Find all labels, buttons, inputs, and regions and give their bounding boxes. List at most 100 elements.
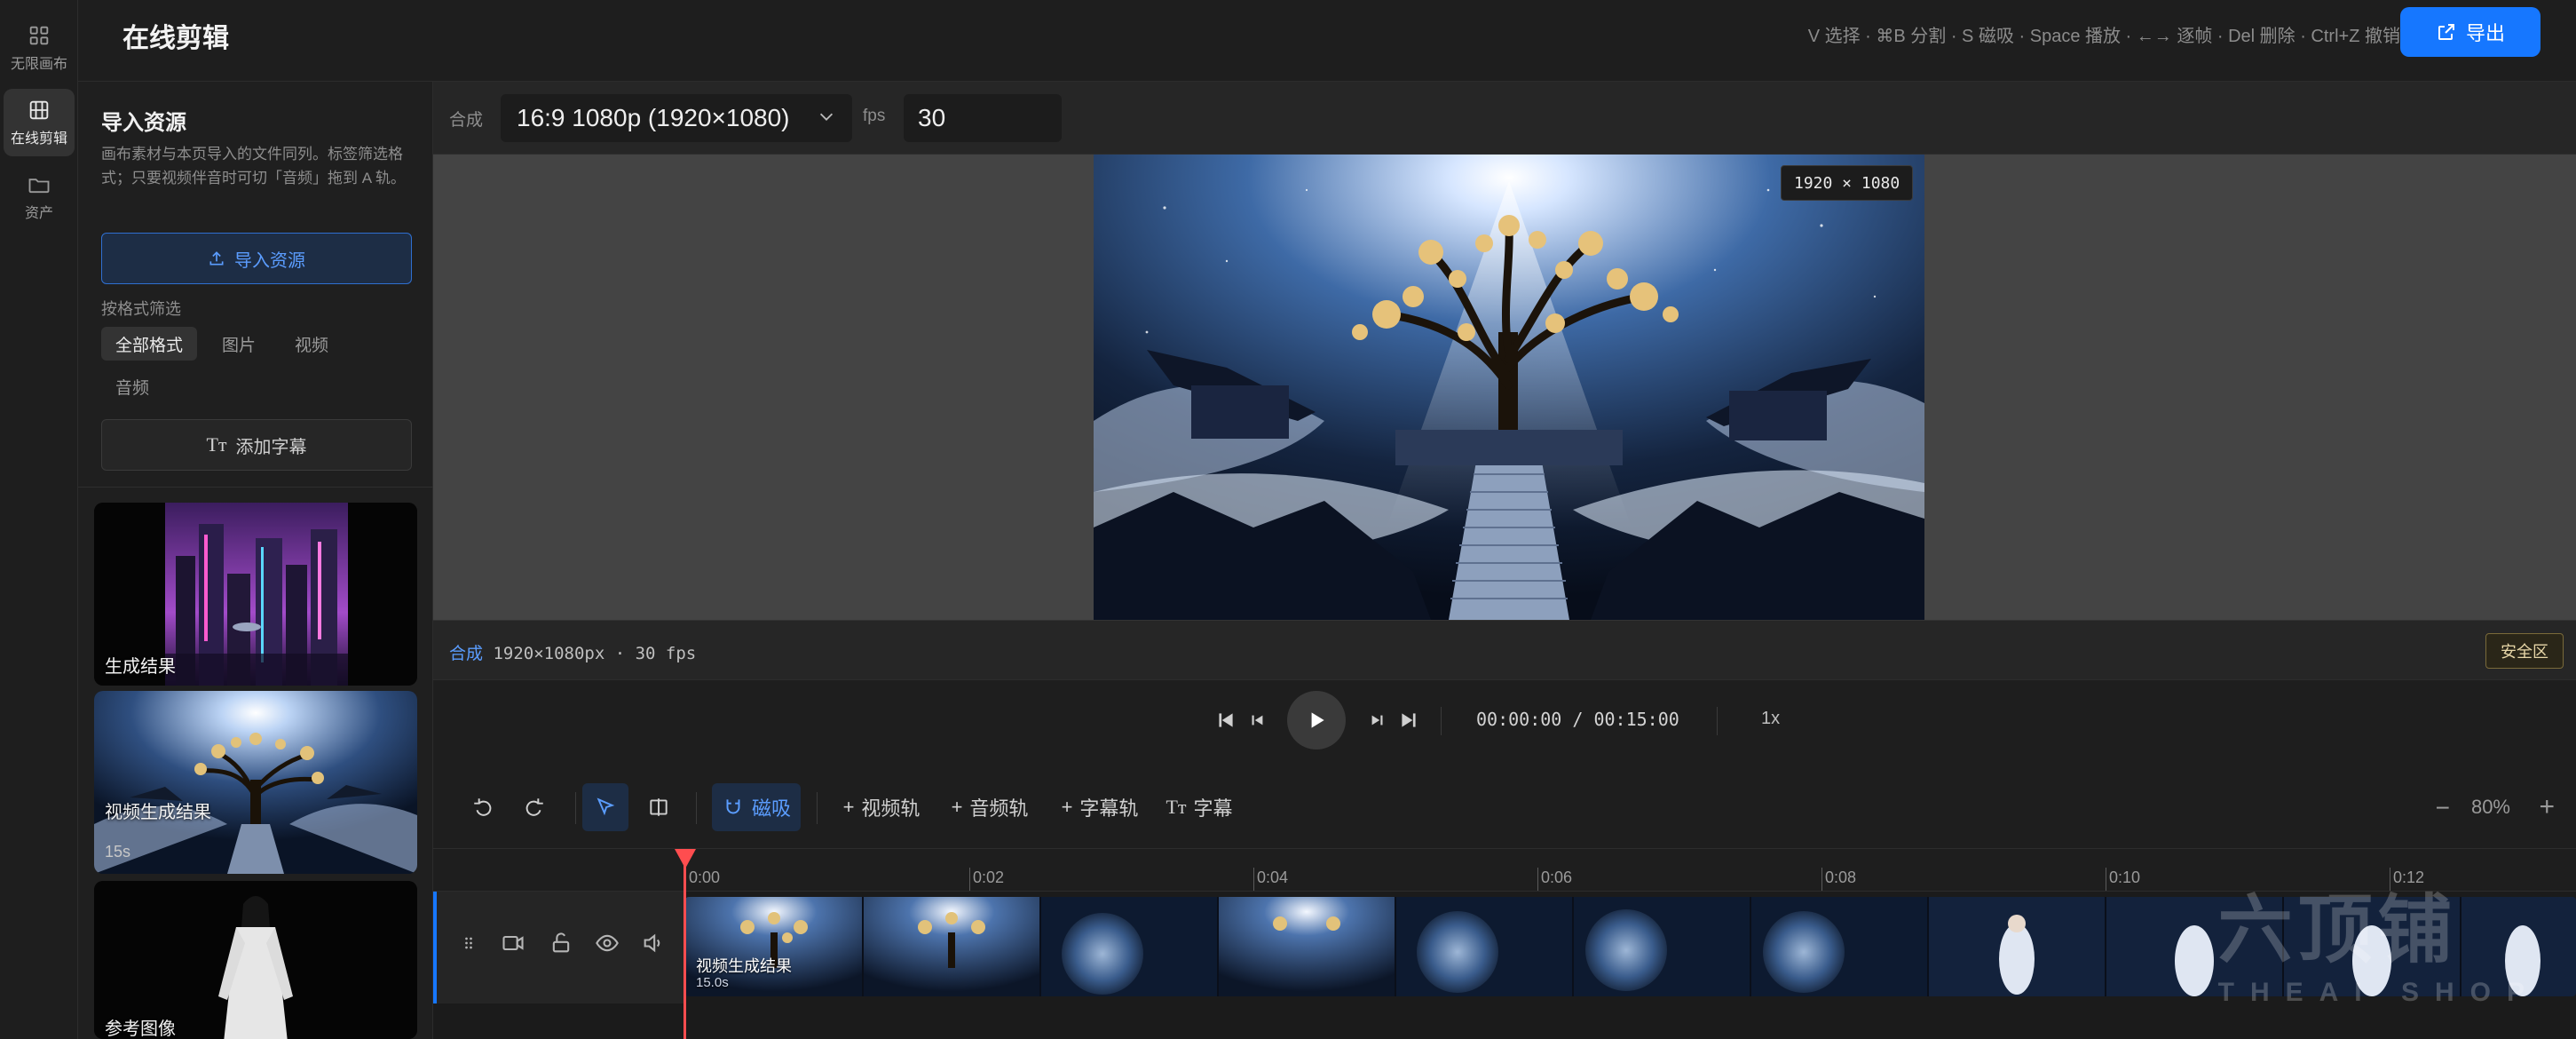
undo-button[interactable] — [463, 783, 502, 831]
ruler-label: 0:10 — [2109, 868, 2141, 886]
filter-label: 按格式筛选 — [101, 300, 181, 318]
nav-item-label: 资产 — [24, 206, 53, 221]
text-icon: Tт — [1166, 796, 1187, 818]
editor-app: 无限画布 在线剪辑 资产 在线剪辑 V 选择 · ⌘B 分割 · S 磁吸 · … — [0, 0, 2576, 1039]
asset-card-video-result[interactable]: 视频生成结果 15s — [94, 691, 417, 874]
safe-zone-toggle[interactable]: 安全区 — [2485, 633, 2564, 669]
resolution-badge: 1920 × 1080 — [1781, 165, 1914, 201]
transport-controls: 00:00:00 / 00:15:00 1x — [433, 680, 2576, 760]
panel-description: 画布素材与本页导入的文件同列。标签筛选格式；只要视频伴音时可切「音频」拖到 A … — [101, 146, 406, 186]
shortcut-hints: V 选择 · ⌘B 分割 · S 磁吸 · Space 播放 · ←→ 逐帧 ·… — [1807, 27, 2400, 46]
select-tool-button[interactable] — [582, 783, 628, 831]
fps-input[interactable] — [904, 94, 1062, 142]
text-icon: Tт — [206, 433, 227, 456]
drag-handle-icon[interactable] — [460, 931, 478, 956]
composition-info-bar: 合成 1920×1080px · 30 fps 安全区 — [433, 620, 2576, 680]
ruler-label: 0:00 — [689, 868, 721, 886]
split-tool-button[interactable] — [636, 783, 682, 831]
ruler-tick — [1537, 868, 1538, 891]
panel-divider — [78, 487, 433, 488]
magnet-icon — [726, 799, 740, 814]
watermark-sub: THEAI SHOP — [2217, 978, 2540, 1007]
plus-icon: + — [842, 796, 855, 818]
upload-icon — [209, 251, 224, 266]
add-audio-track-button[interactable]: + 音频轨 — [941, 783, 1039, 831]
resolution-select[interactable]: 16:9 1080p (1920×1080) — [501, 94, 852, 142]
add-video-track-button[interactable]: + 视频轨 — [833, 783, 930, 831]
resource-panel: 导入资源 画布素材与本页导入的文件同列。标签筛选格式；只要视频伴音时可切「音频」… — [78, 82, 433, 1039]
top-bar: 在线剪辑 V 选择 · ⌘B 分割 · S 磁吸 · Space 播放 · ←→… — [78, 0, 2576, 82]
zoom-level: 80% — [2470, 796, 2510, 818]
separator — [1717, 707, 1718, 735]
add-subtitle-track-button[interactable]: + 字幕轨 — [1051, 783, 1149, 831]
step-back-icon[interactable] — [1246, 709, 1269, 732]
panel-title: 导入资源 — [101, 111, 186, 135]
fps-label: fps — [863, 107, 886, 125]
step-forward-icon[interactable] — [1365, 709, 1388, 732]
zoom-in-button[interactable]: + — [2539, 792, 2555, 822]
page-title: 在线剪辑 — [122, 24, 229, 53]
skip-to-start-icon[interactable] — [1214, 709, 1237, 732]
preview-stage: 1920 × 1080 — [433, 155, 2576, 620]
asset-card-reference[interactable]: 参考图像 — [94, 881, 417, 1039]
filter-chip-all[interactable]: 全部格式 — [101, 327, 198, 361]
playback-speed[interactable]: 1x — [1761, 709, 1780, 729]
nav-item-label: 无限画布 — [10, 57, 67, 72]
nav-item-editor[interactable]: 在线剪辑 — [4, 89, 75, 156]
composition-info-prefix: 合成 — [449, 645, 484, 663]
composition-info: 合成 1920×1080px · 30 fps — [449, 640, 696, 664]
playhead[interactable] — [684, 865, 686, 1039]
grid-icon — [29, 26, 49, 45]
ruler-label: 0:04 — [1257, 868, 1289, 886]
add-video-track-label: 视频轨 — [861, 797, 921, 820]
film-icon — [29, 100, 49, 120]
subtitle-tool-button[interactable]: Tт 字幕 — [1159, 783, 1239, 831]
separator — [696, 792, 697, 824]
nav-item-canvas[interactable]: 无限画布 — [4, 14, 75, 82]
plus-icon: + — [1061, 796, 1073, 818]
skip-to-end-icon[interactable] — [1397, 709, 1420, 732]
separator — [817, 792, 818, 824]
filter-chip-audio[interactable]: 音频 — [101, 369, 163, 403]
export-label: 导出 — [2465, 22, 2505, 44]
nav-item-assets[interactable]: 资产 — [4, 163, 75, 231]
export-button[interactable]: 导出 — [2400, 7, 2540, 57]
timeline-toolbar: 磁吸 + 视频轨 + 音频轨 + 字幕轨 Tт 字幕 − 80% + — [433, 760, 2576, 849]
play-button[interactable] — [1287, 691, 1346, 750]
snap-toggle[interactable]: 磁吸 — [712, 783, 801, 831]
ruler-label: 0:02 — [973, 868, 1005, 886]
eye-icon[interactable] — [595, 931, 620, 956]
preview-frame-image — [1094, 155, 1924, 620]
lock-open-icon[interactable] — [549, 931, 573, 956]
add-audio-track-label: 音频轨 — [969, 797, 1029, 820]
timecode: 00:00:00 / 00:15:00 — [1476, 709, 1679, 730]
add-subtitle-button[interactable]: Tт 添加字幕 — [101, 419, 412, 471]
watermark-main: 六顶铺 — [2217, 888, 2458, 972]
clip-label: 视频生成结果 — [696, 957, 792, 975]
add-subtitle-label: 添加字幕 — [235, 437, 307, 457]
plus-icon: + — [951, 796, 963, 818]
filter-chip-image[interactable]: 图片 — [208, 327, 270, 361]
filter-chip-video[interactable]: 视频 — [281, 327, 343, 361]
nav-item-label: 在线剪辑 — [10, 131, 67, 147]
export-icon — [2438, 24, 2454, 40]
clip-duration: 15.0s — [696, 975, 729, 990]
add-subtitle-track-label: 字幕轨 — [1079, 797, 1139, 820]
ruler-tick — [1821, 868, 1822, 891]
import-resource-button[interactable]: 导入资源 — [101, 233, 412, 284]
folder-icon — [28, 178, 50, 194]
redo-icon — [525, 798, 543, 816]
zoom-out-button[interactable]: − — [2436, 794, 2450, 822]
composition-info-text: 1920×1080px · 30 fps — [493, 644, 697, 663]
preview-canvas[interactable] — [1094, 155, 1924, 620]
asset-label: 视频生成结果 — [105, 803, 211, 822]
split-icon — [650, 798, 668, 816]
composition-bar: 合成 16:9 1080p (1920×1080) fps — [433, 82, 2576, 155]
asset-card-result[interactable]: 生成结果 — [94, 503, 417, 686]
ruler-label: 0:08 — [1825, 868, 1857, 886]
separator — [575, 792, 576, 824]
asset-label: 生成结果 — [105, 657, 176, 677]
video-camera-icon[interactable] — [501, 931, 525, 956]
redo-button[interactable] — [515, 783, 554, 831]
speaker-icon[interactable] — [641, 931, 666, 956]
